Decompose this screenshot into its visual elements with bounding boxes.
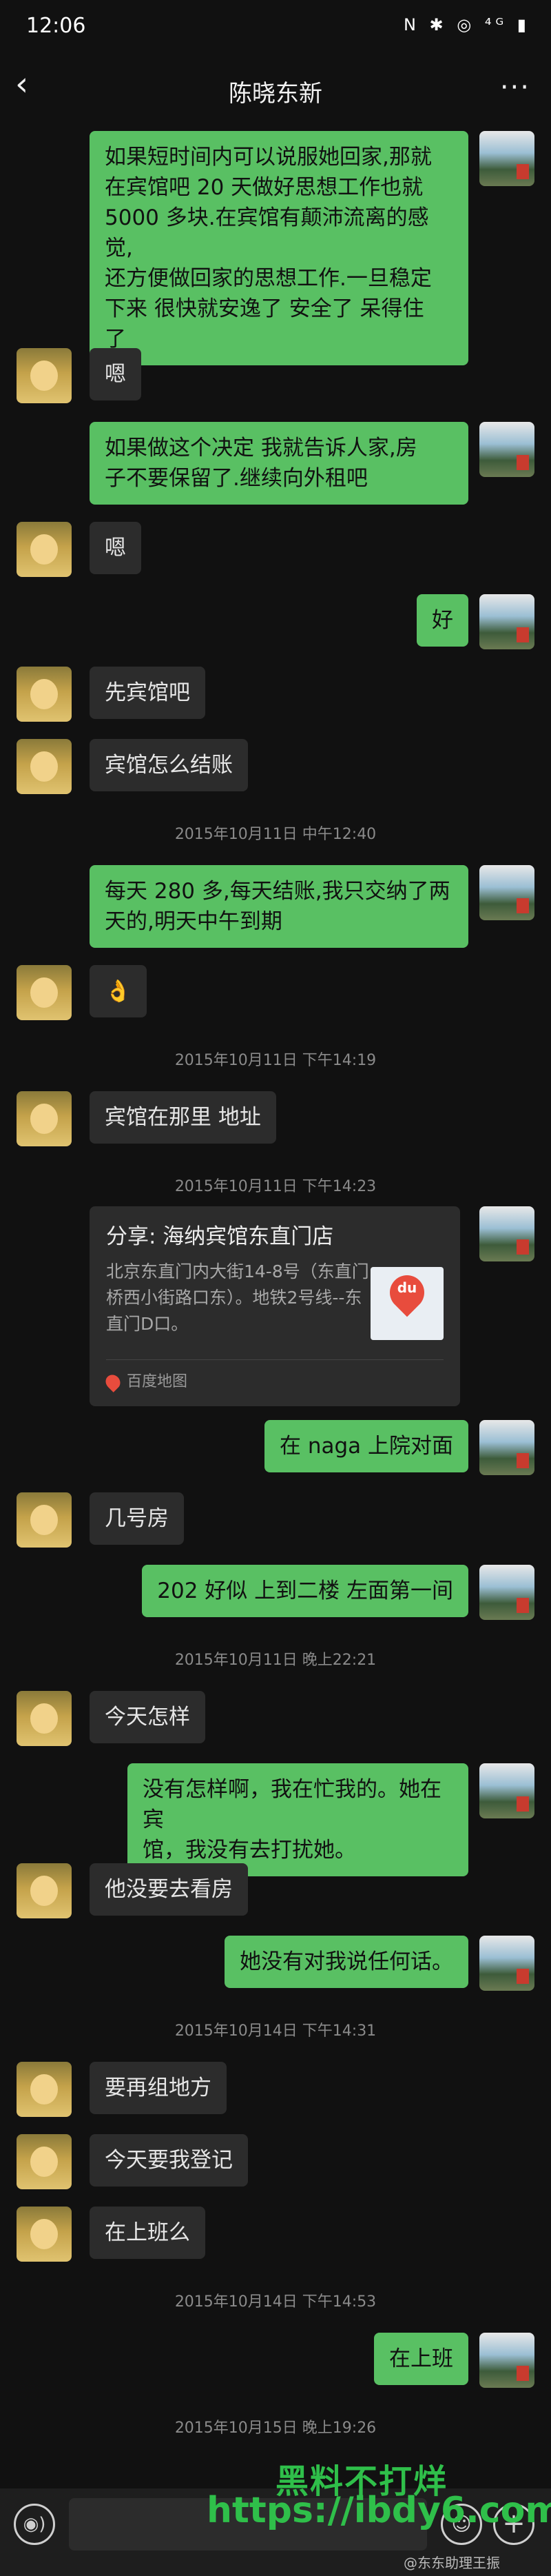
map-thumbnail: du xyxy=(371,1267,444,1340)
avatar-self[interactable] xyxy=(479,2333,534,2388)
message-timestamp: 2015年10月11日 晚上22:21 xyxy=(174,1652,377,1669)
avatar-self[interactable] xyxy=(479,1763,534,1818)
avatar-contact[interactable] xyxy=(17,2062,72,2117)
message-timestamp: 2015年10月14日 下午14:53 xyxy=(174,2293,377,2311)
avatar-contact[interactable] xyxy=(17,965,72,1020)
avatar-contact[interactable] xyxy=(17,2207,72,2262)
message-bubble-outgoing[interactable]: 在 naga 上院对面 xyxy=(264,1420,468,1472)
message-bubble-outgoing[interactable]: 202 好似 上到二楼 左面第一间 xyxy=(142,1565,468,1617)
message-bubble-incoming[interactable]: 宾馆在那里 地址 xyxy=(90,1091,276,1144)
avatar-contact[interactable] xyxy=(17,667,72,722)
avatar-contact[interactable] xyxy=(17,1691,72,1746)
message-bubble-outgoing[interactable]: 在上班 xyxy=(374,2333,468,2385)
location-share-card[interactable]: 分享: 海纳宾馆东直门店 北京东直门内大街14-8号（东直门桥西小街路口东）。地… xyxy=(90,1206,460,1406)
avatar-contact[interactable] xyxy=(17,348,72,403)
share-card-source: 百度地图 xyxy=(103,1369,188,1392)
message-bubble-incoming[interactable]: 几号房 xyxy=(90,1492,184,1545)
voice-input-icon[interactable]: ◉) xyxy=(14,2504,55,2545)
message-bubble-incoming[interactable]: 在上班么 xyxy=(90,2207,205,2259)
chat-title: 陈晓东新 xyxy=(229,80,322,108)
watermark-credit: @东东助理王振 xyxy=(404,2555,500,2571)
avatar-contact[interactable] xyxy=(17,522,72,577)
message-timestamp: 2015年10月11日 下午14:23 xyxy=(174,1178,377,1195)
avatar-self[interactable] xyxy=(479,594,534,649)
message-bubble-incoming[interactable]: 今天要我登记 xyxy=(90,2134,248,2187)
message-timestamp: 2015年10月15日 晚上19:26 xyxy=(174,2420,377,2437)
map-thumb-label: du xyxy=(397,1279,417,1296)
message-bubble-outgoing[interactable]: 她没有对我说任何话。 xyxy=(225,1936,468,1988)
message-bubble-incoming[interactable]: 👌 xyxy=(90,965,147,1017)
avatar-self[interactable] xyxy=(479,422,534,477)
message-bubble-incoming[interactable]: 嗯 xyxy=(90,522,141,574)
message-bubble-incoming[interactable]: 他没要去看房 xyxy=(90,1863,248,1916)
message-bubble-outgoing[interactable]: 没有怎样啊，我在忙我的。她在宾 馆，我没有去打扰她。 xyxy=(127,1763,468,1876)
message-timestamp: 2015年10月11日 下午14:19 xyxy=(174,1052,377,1069)
message-bubble-outgoing[interactable]: 每天 280 多,每天结账,我只交纳了两 天的,明天中午到期 xyxy=(90,865,468,948)
message-bubble-incoming[interactable]: 先宾馆吧 xyxy=(90,667,205,719)
message-bubble-incoming[interactable]: 宾馆怎么结账 xyxy=(90,739,248,791)
baidu-map-icon xyxy=(103,1372,123,1392)
avatar-self[interactable] xyxy=(479,1565,534,1620)
watermark-url: https://ibdy6.com xyxy=(207,2490,551,2531)
message-timestamp: 2015年10月14日 下午14:31 xyxy=(174,2022,377,2040)
avatar-self[interactable] xyxy=(479,1936,534,1991)
avatar-self[interactable] xyxy=(479,1420,534,1475)
message-bubble-outgoing[interactable]: 好 xyxy=(417,594,468,647)
message-bubble-incoming[interactable]: 要再组地方 xyxy=(90,2062,227,2114)
message-bubble-outgoing[interactable]: 如果做这个决定 我就告诉人家,房 子不要保留了.继续向外租吧 xyxy=(90,422,468,505)
avatar-contact[interactable] xyxy=(17,1863,72,1918)
share-card-description: 北京东直门内大街14-8号（东直门桥西小街路口东）。地铁2号线--东直门D口。 xyxy=(106,1261,369,1334)
avatar-contact[interactable] xyxy=(17,1492,72,1548)
message-timestamp: 2015年10月11日 中午12:40 xyxy=(174,826,377,843)
message-bubble-incoming[interactable]: 嗯 xyxy=(90,348,141,400)
avatar-contact[interactable] xyxy=(17,2134,72,2189)
avatar-self[interactable] xyxy=(479,131,534,186)
more-options-icon[interactable]: ··· xyxy=(500,72,530,103)
avatar-self[interactable] xyxy=(479,865,534,920)
avatar-self[interactable] xyxy=(479,1206,534,1261)
share-card-divider xyxy=(106,1359,444,1360)
status-bar: 12:06 N ✱ ◎ ⁴ᴳ ▮ xyxy=(0,0,551,55)
status-time: 12:06 xyxy=(26,14,86,38)
message-bubble-incoming[interactable]: 今天怎样 xyxy=(90,1691,205,1743)
message-bubble-outgoing[interactable]: 如果短时间内可以说服她回家,那就 在宾馆吧 20 天做好思想工作也就 5000 … xyxy=(90,131,468,365)
share-card-title: 分享: 海纳宾馆东直门店 xyxy=(106,1224,334,1249)
avatar-contact[interactable] xyxy=(17,1091,72,1146)
status-icons: N ✱ ◎ ⁴ᴳ ▮ xyxy=(403,15,530,34)
avatar-contact[interactable] xyxy=(17,739,72,794)
share-card-source-label: 百度地图 xyxy=(127,1373,188,1390)
